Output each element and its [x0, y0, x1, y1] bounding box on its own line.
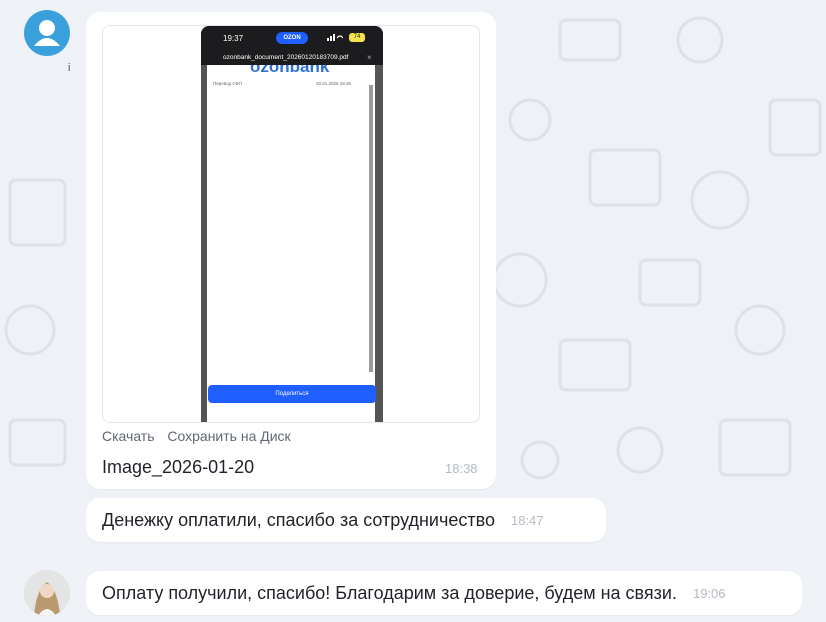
- ozon-badge: OZON: [276, 32, 308, 44]
- save-to-disk-link[interactable]: Сохранить на Диск: [167, 428, 290, 444]
- image-preview[interactable]: 19:37 OZON 74 ozonbank_document_20260120…: [102, 25, 480, 423]
- pdf-filename: ozonbank_document_20260120183709.pdf: [223, 54, 349, 61]
- download-link[interactable]: Скачать: [102, 428, 155, 444]
- text-message-bubble: Денежку оплатили, спасибо за сотрудничес…: [86, 498, 606, 542]
- pdf-header: ozonbank_document_20260120183709.pdf ×: [201, 50, 383, 65]
- pdf-logo: ozonbank: [250, 65, 330, 76]
- message-time: 19:06: [692, 585, 726, 601]
- pdf-transfer-label: Перевод СБП: [213, 81, 242, 86]
- message-time: 18:38: [445, 461, 478, 476]
- default-avatar-icon[interactable]: [24, 10, 70, 56]
- close-icon: ×: [367, 53, 372, 62]
- message-text: Оплату получили, спасибо! Благодарим за …: [102, 582, 677, 603]
- message-time: 18:47: [510, 512, 544, 528]
- status-time: 19:37: [223, 34, 244, 43]
- file-actions: Скачать Сохранить на Диск: [102, 428, 300, 444]
- file-name-fade: [273, 452, 403, 478]
- pdf-date: 20.01.2026 18:35: [316, 81, 352, 86]
- file-name[interactable]: Image_2026-01-20: [102, 457, 254, 478]
- file-message-bubble: 19:37 OZON 74 ozonbank_document_20260120…: [86, 12, 496, 489]
- signal-icon: [327, 34, 343, 41]
- phone-status-bar: 19:37 OZON 74: [201, 26, 383, 50]
- pdf-scrollbar: [369, 85, 373, 372]
- message-text: Денежку оплатили, спасибо за сотрудничес…: [102, 509, 495, 530]
- pdf-page: ozonbank Перевод СБП 20.01.2026 18:35: [207, 65, 375, 422]
- text-message-bubble: Оплату получили, спасибо! Благодарим за …: [86, 571, 802, 615]
- battery-icon: 74: [349, 33, 365, 42]
- user-photo-avatar[interactable]: [24, 570, 70, 616]
- sender-marker: i: [68, 62, 71, 74]
- share-button: Поделиться: [208, 385, 376, 403]
- phone-screenshot: 19:37 OZON 74 ozonbank_document_20260120…: [201, 26, 383, 422]
